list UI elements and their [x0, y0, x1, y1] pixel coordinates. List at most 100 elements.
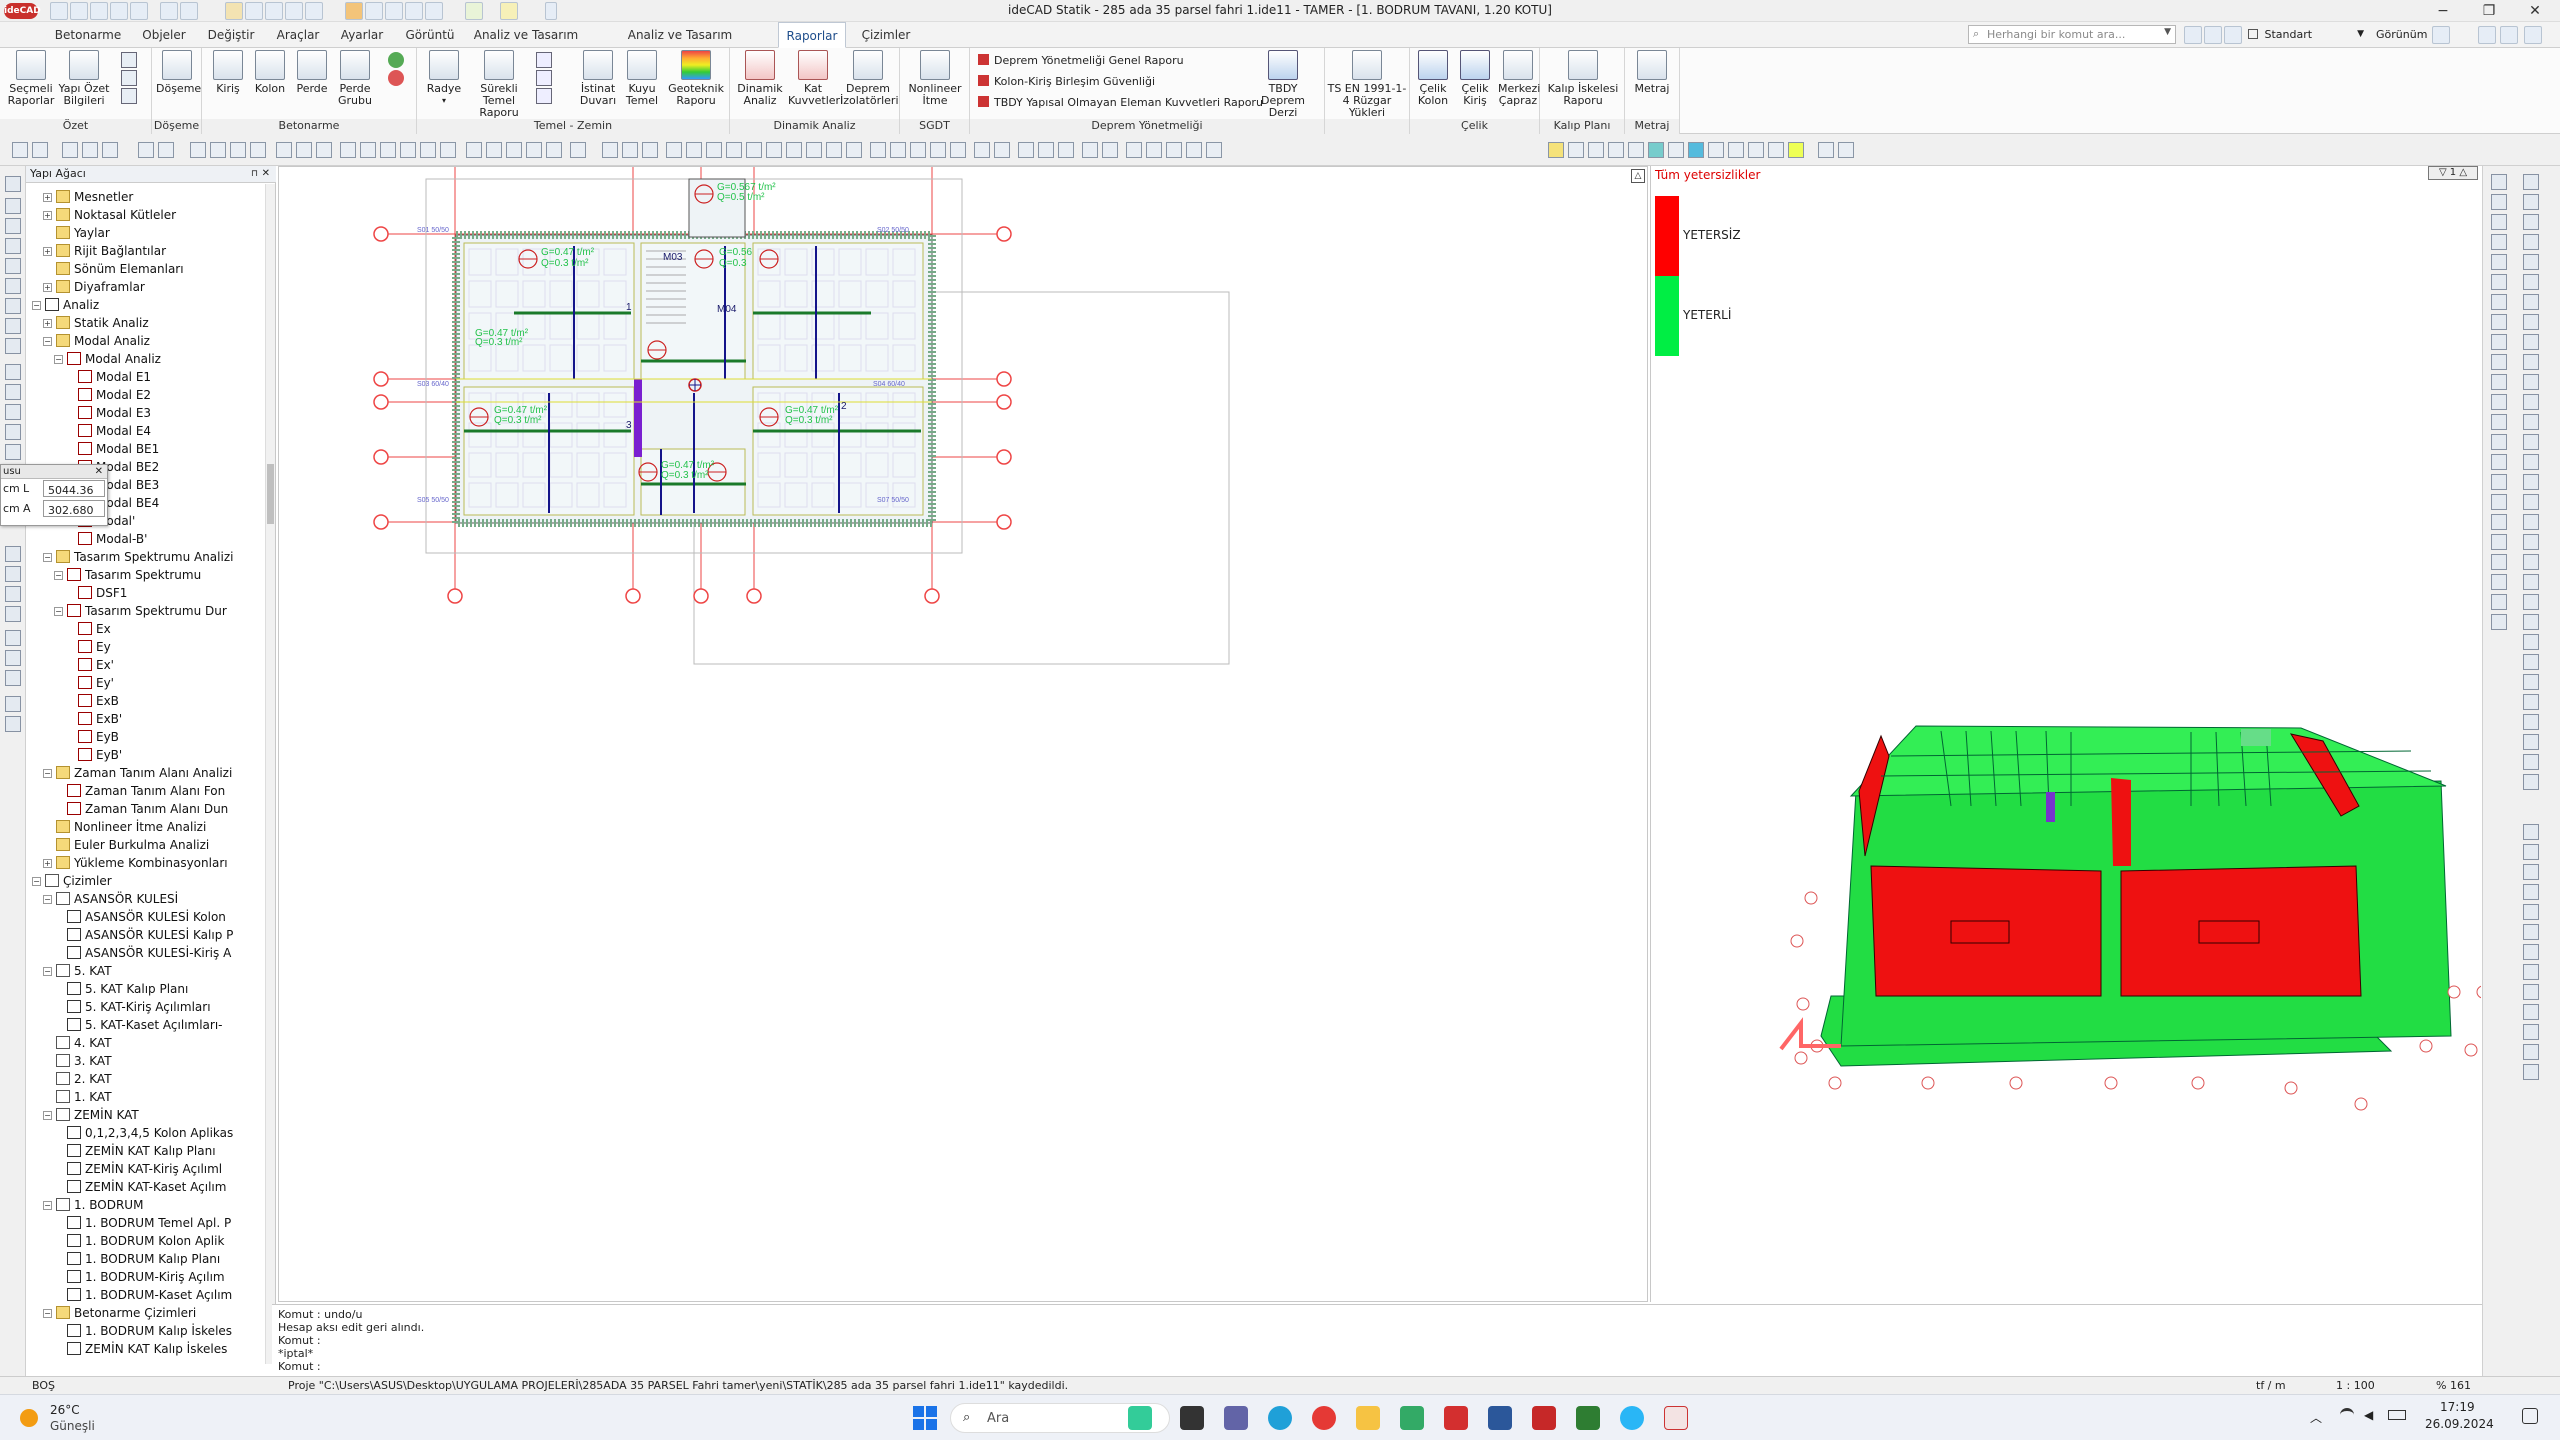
pick-icon[interactable]: [82, 142, 98, 158]
tool-icon[interactable]: [2523, 944, 2539, 960]
tool-icon[interactable]: [2523, 494, 2539, 510]
pin-icon[interactable]: ⊓: [251, 166, 258, 182]
wrench-icon[interactable]: [1588, 142, 1604, 158]
tool-icon[interactable]: [2491, 334, 2507, 350]
tree-item[interactable]: EyB: [65, 728, 119, 746]
scroll-thumb[interactable]: [267, 464, 274, 524]
print-icon[interactable]: [1186, 142, 1202, 158]
weather-widget[interactable]: 26°C Güneşli: [20, 1403, 120, 1435]
tree-item[interactable]: Modal BE1: [65, 440, 159, 458]
tree-item[interactable]: − ASANSÖR KULESİ: [43, 890, 178, 908]
secmeli-raporlar-button[interactable]: Seçmeli Raporlar: [6, 50, 56, 107]
expand-toggle-icon[interactable]: −: [43, 1201, 52, 1210]
ruzgar-yukleri-button[interactable]: TS EN 1991-1-4 Rüzgar Yükleri: [1327, 50, 1407, 119]
plan-view[interactable]: G=0.47 t/m² Q=0.3 t/m² G=0.567 t/m² Q=0.5 t…: [278, 127, 1648, 1302]
tree-item[interactable]: + Rijit Bağlantılar: [43, 242, 166, 260]
tree-item[interactable]: ASANSÖR KULESİ Kolon: [54, 908, 226, 926]
copy-icon[interactable]: [210, 142, 226, 158]
kuyu-temel-button[interactable]: Kuyu Temel: [621, 50, 663, 107]
tool-icon[interactable]: [2523, 754, 2539, 770]
tree-item[interactable]: Modal E1: [65, 368, 151, 386]
light-icon[interactable]: [1548, 142, 1564, 158]
tool-icon[interactable]: [2491, 394, 2507, 410]
tool-icon[interactable]: [2523, 734, 2539, 750]
explode-icon[interactable]: [420, 142, 436, 158]
tree-item[interactable]: 0,1,2,3,4,5 Kolon Aplikas: [54, 1124, 233, 1142]
merkezi-capraz-button[interactable]: Merkezi Çapraz: [1498, 50, 1540, 107]
settings-icon[interactable]: [2224, 26, 2242, 44]
level-icon[interactable]: [950, 142, 966, 158]
select-icon[interactable]: [62, 142, 78, 158]
tree-item[interactable]: 1. BODRUM-Kiriş Açılım: [54, 1268, 225, 1286]
stretch-icon[interactable]: [296, 142, 312, 158]
layer-icon[interactable]: [1018, 142, 1034, 158]
tool-icon[interactable]: [2491, 534, 2507, 550]
camera-icon[interactable]: [1748, 142, 1764, 158]
tree-item[interactable]: Euler Burkulma Analizi: [43, 836, 209, 854]
tool-icon[interactable]: [5, 444, 21, 460]
tree-item[interactable]: ZEMİN KAT Kalıp Planı: [54, 1142, 216, 1160]
start-button[interactable]: [913, 1406, 937, 1430]
pan-icon[interactable]: [102, 142, 118, 158]
offset-icon[interactable]: [316, 142, 332, 158]
area-icon[interactable]: [1146, 142, 1162, 158]
leader-icon[interactable]: [846, 142, 862, 158]
tree-item[interactable]: Modal E3: [65, 404, 151, 422]
tool-icon[interactable]: [2523, 314, 2539, 330]
expand-toggle-icon[interactable]: −: [43, 1111, 52, 1120]
polygon-icon[interactable]: [806, 142, 822, 158]
tree-item[interactable]: Ey': [65, 674, 114, 692]
arc-icon[interactable]: [726, 142, 742, 158]
3d-view[interactable]: Tüm yetersizlikler YETERSİZ YETERLİ ▽ 1 …: [1650, 166, 2481, 1302]
tree-item[interactable]: + Noktasal Kütleler: [43, 206, 176, 224]
maximize-button[interactable]: ❐: [2466, 0, 2512, 22]
tool-icon[interactable]: [2491, 294, 2507, 310]
area-field[interactable]: 302.680: [43, 500, 105, 517]
tool-icon[interactable]: [2523, 474, 2539, 490]
tool-icon[interactable]: [5, 176, 21, 192]
mesh-icon[interactable]: [1648, 142, 1664, 158]
chrome-icon[interactable]: [1312, 1406, 1336, 1430]
arrow-icon[interactable]: [158, 142, 174, 158]
zoom-icon[interactable]: [12, 142, 28, 158]
properties-icon[interactable]: [1038, 142, 1054, 158]
tree-item[interactable]: 2. KAT: [43, 1070, 112, 1088]
command-input[interactable]: Komut :: [278, 1360, 2476, 1373]
join-icon[interactable]: [466, 142, 482, 158]
block-icon[interactable]: [526, 142, 542, 158]
dropdown-icon[interactable]: [2432, 26, 2450, 44]
teams-icon[interactable]: [1224, 1406, 1248, 1430]
tree-item[interactable]: Ex: [65, 620, 111, 638]
tool-icon[interactable]: [2491, 214, 2507, 230]
tree-item[interactable]: EyB': [65, 746, 122, 764]
radye-button[interactable]: Radye ▾: [421, 50, 467, 107]
metraj-button[interactable]: Metraj: [1629, 50, 1675, 95]
tbdy-deprem-derzi-button[interactable]: TBDY Deprem Derzi: [1246, 50, 1320, 119]
tree-item[interactable]: − 5. KAT: [43, 962, 112, 980]
hatch-icon[interactable]: [506, 142, 522, 158]
close-button[interactable]: ✕: [2512, 0, 2558, 22]
expand-toggle-icon[interactable]: −: [32, 301, 41, 310]
volume-icon[interactable]: ◀: [2364, 1408, 2373, 1422]
kalip-iskelesi-button[interactable]: Kalıp İskelesi Raporu: [1546, 50, 1620, 107]
tool-icon[interactable]: [2523, 214, 2539, 230]
notifications-icon[interactable]: [2522, 1408, 2538, 1424]
perde-grubu-button[interactable]: Perde Grubu: [334, 50, 376, 107]
command-window[interactable]: Komut : undo/u Hesap aksı edit geri alın…: [272, 1304, 2482, 1376]
tab-ayarlar[interactable]: Ayarlar: [334, 22, 390, 48]
measure-icon[interactable]: [486, 142, 502, 158]
tool-icon[interactable]: [2491, 354, 2507, 370]
tab-objeler[interactable]: Objeler: [136, 22, 192, 48]
tool-icon[interactable]: [5, 364, 21, 380]
view-icon[interactable]: [1102, 142, 1118, 158]
tree-item[interactable]: 1. BODRUM Kalıp Planı: [54, 1250, 220, 1268]
expand-toggle-icon[interactable]: +: [43, 283, 52, 292]
length-field[interactable]: 5044.36 cm: [43, 480, 105, 517]
istinat-duvari-button[interactable]: İstinat Duvarı: [577, 50, 619, 107]
tool-icon[interactable]: [2523, 904, 2539, 920]
tool-icon[interactable]: [2491, 254, 2507, 270]
polyline-icon[interactable]: [686, 142, 702, 158]
cloud-icon[interactable]: [826, 142, 842, 158]
tree-item[interactable]: Ex': [65, 656, 114, 674]
expand-toggle-icon[interactable]: −: [43, 769, 52, 778]
